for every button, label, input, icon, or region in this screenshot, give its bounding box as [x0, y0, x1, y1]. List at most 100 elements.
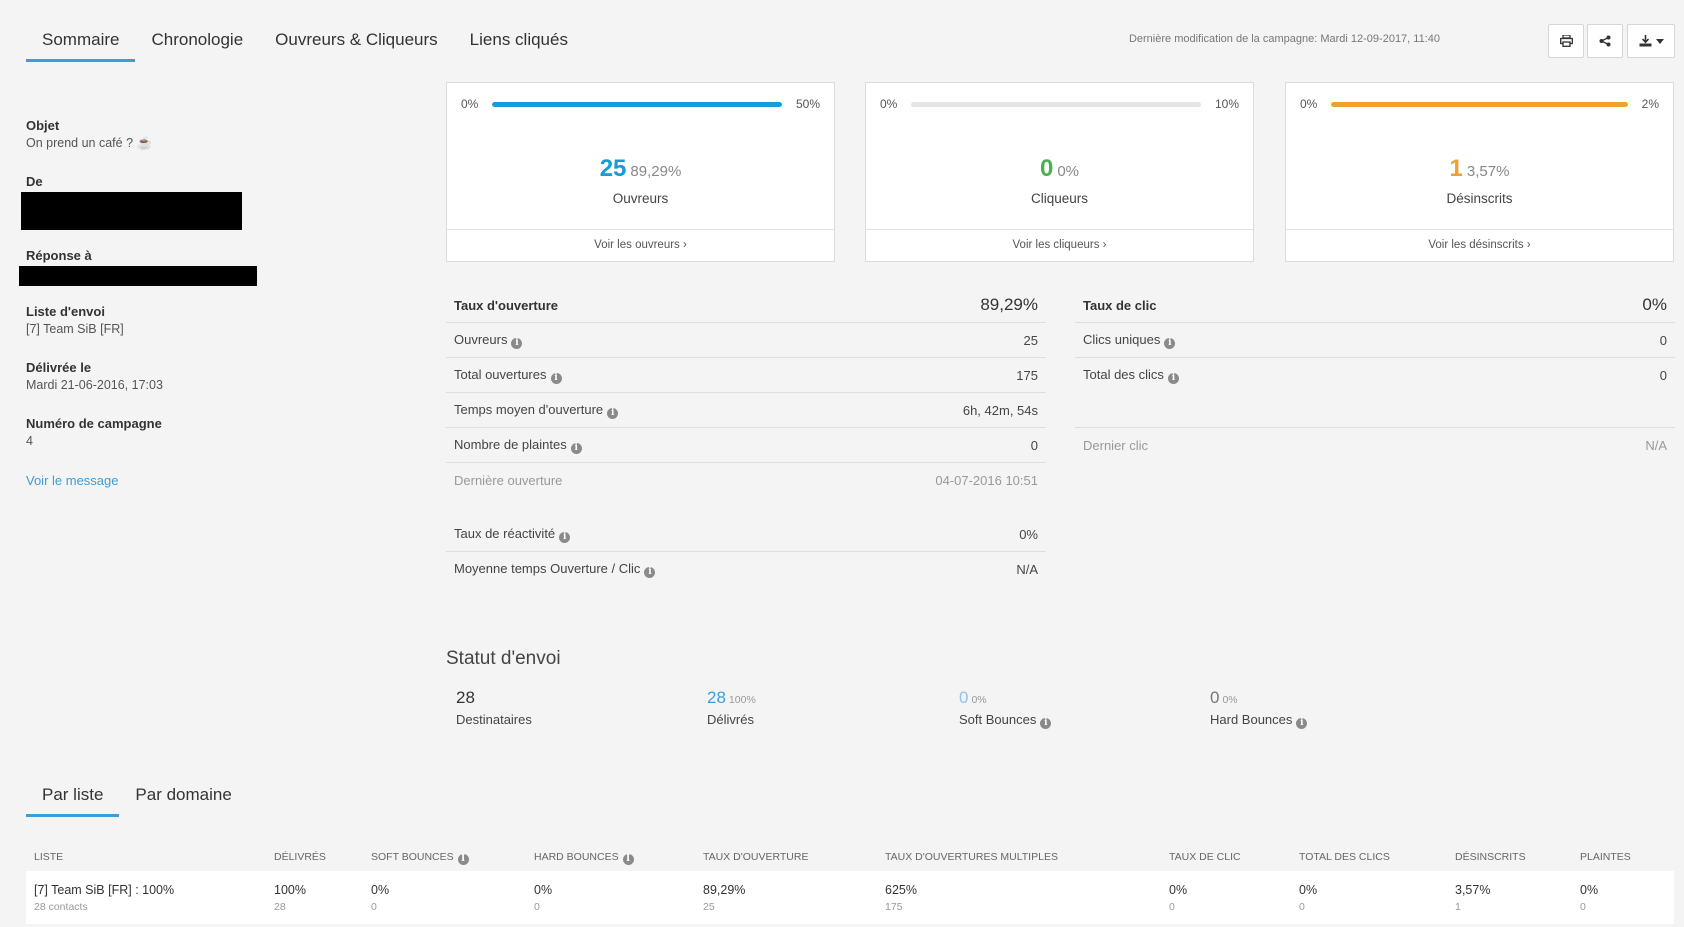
col-soft-bounces: Soft bounces: [371, 851, 454, 863]
info-icon[interactable]: i: [1164, 337, 1176, 349]
cell-plaintes: 0%: [1580, 883, 1599, 897]
col-taux-clic: Taux de clic: [1169, 851, 1241, 863]
de-block: De: [26, 174, 43, 189]
progress-track: [911, 101, 1201, 107]
reponse-block: Réponse à: [26, 248, 92, 263]
progress-track: [1331, 101, 1628, 107]
total-ouvertures-label: Total ouvertures: [454, 366, 547, 382]
cell-liste-sub: 28 contacts: [34, 901, 88, 913]
info-icon[interactable]: i: [622, 854, 634, 865]
card-caption: Cliqueurs: [1030, 191, 1089, 206]
view-message-link[interactable]: Voir le message: [26, 473, 119, 488]
col-total-clics: Total des clics: [1299, 851, 1390, 863]
info-icon[interactable]: i: [1167, 373, 1179, 384]
total-clics-label: Total des clics: [1083, 367, 1164, 382]
col-taux-ouverture: Taux d'ouverture: [703, 851, 809, 863]
numero-value: 4: [26, 434, 33, 448]
cell-soft: 0%: [371, 883, 390, 897]
info-icon[interactable]: i: [644, 567, 656, 578]
info-icon[interactable]: i: [1040, 718, 1052, 729]
view-ouvreurs-link[interactable]: Voir les ouvreurs ›: [447, 229, 834, 261]
tab-ouvreurs-cliqueurs[interactable]: Ouvreurs & Cliqueurs: [259, 30, 454, 62]
derniere-ouverture-label: Dernière ouverture: [454, 473, 563, 488]
card-caption: Désinscrits: [1446, 191, 1513, 206]
download-icon: [1639, 35, 1651, 47]
range-max: 50%: [795, 97, 820, 111]
info-icon[interactable]: i: [457, 854, 469, 865]
delivree-label: Délivrée le: [26, 360, 92, 375]
caret-down-icon: [1655, 38, 1664, 44]
plaintes-row: Nombre de plaintes i 0: [446, 428, 1046, 463]
tab-chronologie[interactable]: Chronologie: [135, 30, 259, 62]
liste-label: Liste d'envoi: [26, 304, 105, 319]
last-modified-label: Dernière modification de la campagne:: [1128, 33, 1318, 45]
reactivite-row: Taux de réactivité i 0%: [446, 517, 1046, 552]
col-taux-ouvertures-multiples: Taux d'ouvertures multiples: [885, 851, 1058, 863]
cell-desinscrits: 3,57%: [1455, 883, 1491, 897]
col-delivres: Délivrés: [274, 851, 326, 863]
tab-par-domaine[interactable]: Par domaine: [119, 785, 247, 817]
cell-total-clics-sub: 0: [1299, 901, 1305, 913]
dernier-clic-value: N/A: [1645, 438, 1667, 453]
tab-sommaire[interactable]: Sommaire: [26, 30, 136, 62]
tab-liens-cliques[interactable]: Liens cliqués: [454, 30, 584, 62]
plaintes-value: 0: [1030, 437, 1038, 453]
tab-par-liste[interactable]: Par liste: [26, 785, 120, 817]
card-range: 0% 50%: [461, 97, 820, 111]
card-desinscrits: 0% 2% 1 3,57% Désinscrits Voir les désins…: [1285, 82, 1674, 262]
print-button[interactable]: [1548, 24, 1584, 58]
col-desinscrits: Désinscrits: [1455, 851, 1526, 863]
clics-uniques-label: Clics uniques: [1083, 331, 1161, 347]
stat-label: Délivrés: [707, 712, 754, 727]
range-max: 10%: [1214, 97, 1239, 111]
view-cliqueurs-link[interactable]: Voir les cliqueurs ›: [866, 229, 1253, 261]
info-icon[interactable]: i: [570, 442, 582, 454]
table-header: Liste Délivrés Soft bounces i Hard bounce…: [26, 845, 1674, 869]
numero-label: Numéro de campagne: [26, 416, 162, 431]
cell-delivres: 100%: [274, 883, 306, 897]
info-icon[interactable]: i: [1296, 718, 1308, 729]
liste-block: Liste d'envoi [7] Team SiB [FR]: [26, 304, 124, 336]
stat-value: 0: [1210, 688, 1220, 707]
info-icon[interactable]: i: [550, 372, 562, 384]
open-rate-label: Taux d'ouverture: [454, 297, 558, 313]
open-rate-row: Taux d'ouverture 89,29%: [446, 288, 1046, 323]
derniere-ouverture-value: 04-07-2016 10:51: [935, 473, 1038, 488]
stat-label: Hard Bounces: [1210, 712, 1293, 727]
clics-uniques-row: Clics uniques i 0: [1075, 323, 1675, 358]
table-row[interactable]: [7] Team SiB [FR] : 100% 28 contacts 100%…: [26, 871, 1674, 924]
progress-fill: [1331, 101, 1628, 107]
range-min: 0%: [1300, 97, 1318, 111]
stat-delivres: 28 100% Délivrés: [707, 688, 756, 727]
stat-percent: 100%: [728, 694, 756, 706]
cell-clic-sub: 0: [1169, 901, 1175, 913]
ouvreurs-value: 25: [1023, 332, 1038, 348]
last-modified: Dernière modification de la campagne: Ma…: [1129, 33, 1440, 45]
share-button[interactable]: [1587, 24, 1623, 58]
info-icon[interactable]: i: [607, 407, 619, 419]
stat-destinataires: 28 Destinataires: [456, 688, 532, 727]
total-clics-value: 0: [1659, 368, 1667, 383]
col-liste: Liste: [34, 851, 64, 863]
card-percent: 0%: [1057, 163, 1080, 180]
reactivite-label: Taux de réactivité: [454, 525, 556, 541]
stat-soft-bounces: 0 0% Soft Bounces i: [959, 688, 1052, 729]
stat-label: Destinataires: [456, 712, 532, 727]
ouvreurs-label: Ouvreurs: [454, 331, 508, 347]
breakdown-tabs: Par liste Par domaine: [26, 785, 248, 817]
view-desinscrits-link[interactable]: Voir les désinscrits ›: [1286, 229, 1673, 261]
card-figure: 0 0%: [866, 155, 1253, 183]
objet-block: Objet On prend un café ? ☕: [26, 118, 152, 151]
cell-hard: 0%: [534, 883, 553, 897]
send-status-title: Statut d'envoi: [446, 648, 561, 669]
card-ouvreurs: 0% 50% 25 89,29% Ouvreurs Voir les ouvreu…: [446, 82, 835, 262]
info-icon[interactable]: i: [511, 337, 523, 349]
cell-hard-sub: 0: [534, 901, 540, 913]
delivree-block: Délivrée le Mardi 21-06-2016, 17:03: [26, 360, 163, 392]
numero-block: Numéro de campagne 4: [26, 416, 162, 448]
export-button[interactable]: [1627, 24, 1675, 58]
reponse-label: Réponse à: [26, 248, 92, 263]
info-icon[interactable]: i: [559, 531, 571, 543]
temps-moyen-row: Temps moyen d'ouverture i 6h, 42m, 54s: [446, 393, 1046, 428]
card-figure: 1 3,57%: [1286, 155, 1673, 183]
